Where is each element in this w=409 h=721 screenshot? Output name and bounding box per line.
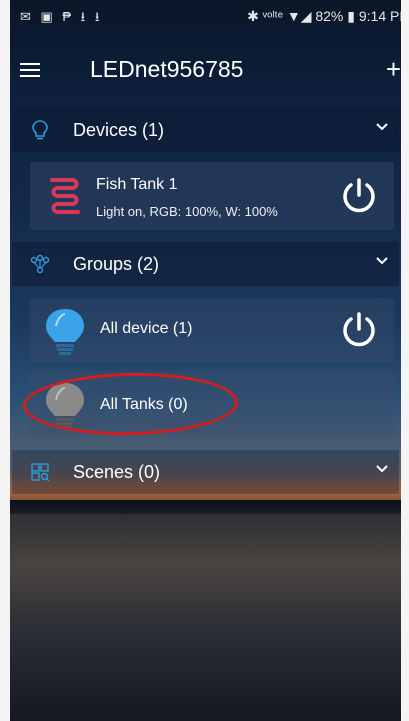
hamburger-menu-icon[interactable] (20, 63, 40, 77)
scenes-grid-icon (31, 463, 50, 482)
app-toolbar: LEDnet956785 + (10, 34, 401, 106)
bulb-blue-icon (46, 309, 84, 355)
system-status: ✱ ᵛᵒˡᵗᵉ ▼◢ 82% ▮ 9:14 PM (247, 8, 401, 24)
scenes-section-title: Scenes (0) (73, 462, 161, 482)
device-name: Fish Tank 1 (96, 176, 178, 193)
app-title: LEDnet956785 (90, 56, 244, 82)
lake-water (10, 514, 401, 721)
group-name: All device (1) (100, 320, 193, 337)
power-icon[interactable] (338, 175, 380, 217)
devices-section-header[interactable]: Devices (1) (12, 108, 399, 152)
device-card-fish-tank-1[interactable]: Fish Tank 1 Light on, RGB: 100%, W: 100% (30, 162, 394, 230)
chevron-down-icon[interactable] (375, 256, 389, 266)
left-border (0, 0, 10, 721)
group-card-all-device[interactable]: All device (1) (30, 298, 394, 362)
groups-section-header[interactable]: Groups (2) (12, 242, 399, 286)
devices-section-title: Devices (1) (73, 120, 165, 140)
groups-section-title: Groups (2) (73, 254, 160, 274)
notification-icons: ✉ ▣ ₱ ⭳ ⭳ (20, 9, 103, 24)
shoreline (10, 500, 401, 514)
right-border (401, 0, 409, 721)
scenes-section-header[interactable]: Scenes (0) (12, 450, 399, 494)
led-strip-icon (50, 178, 80, 214)
lightbulb-outline-icon (32, 120, 48, 140)
add-icon[interactable]: + (386, 56, 401, 82)
status-bar: ✉ ▣ ₱ ⭳ ⭳ ✱ ᵛᵒˡᵗᵉ ▼◢ 82% ▮ 9:14 PM (10, 0, 401, 34)
group-nodes-icon (30, 254, 50, 274)
device-status: Light on, RGB: 100%, W: 100% (96, 204, 278, 219)
chevron-down-icon[interactable] (375, 122, 389, 132)
phone-screen: ✉ ▣ ₱ ⭳ ⭳ ✱ ᵛᵒˡᵗᵉ ▼◢ 82% ▮ 9:14 PM LEDne… (10, 0, 401, 721)
power-icon[interactable] (338, 309, 380, 351)
chevron-down-icon[interactable] (375, 464, 389, 474)
